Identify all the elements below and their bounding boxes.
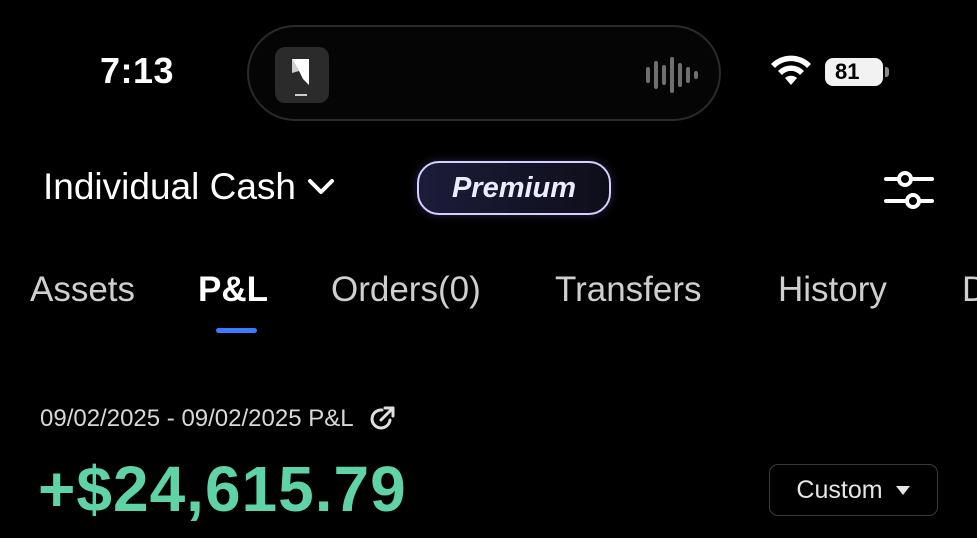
caret-down-icon <box>895 486 910 495</box>
app-indicator <box>295 94 307 96</box>
pnl-range-label: 09/02/2025 - 09/02/2025 P&L <box>40 405 354 432</box>
waveform-icon <box>646 57 698 93</box>
dynamic-island[interactable] <box>247 25 721 121</box>
account-selector[interactable]: Individual Cash <box>43 166 336 208</box>
app-glyph-icon <box>292 59 309 85</box>
pnl-amount: +$24,615.79 <box>38 453 407 525</box>
account-name: Individual Cash <box>43 166 296 207</box>
tab-assets[interactable]: Assets <box>30 270 135 310</box>
tab-partial[interactable]: D <box>962 270 977 310</box>
battery-level: 81 <box>835 59 860 84</box>
chevron-down-icon <box>307 179 334 194</box>
tab-orders[interactable]: Orders(0) <box>331 270 481 310</box>
premium-badge[interactable]: Premium <box>417 161 611 215</box>
tab-pnl[interactable]: P&L <box>198 270 268 310</box>
battery-tip <box>885 67 889 77</box>
screen: 7:13 81 Individual Cash Premium Assets P… <box>0 0 977 538</box>
period-select[interactable]: Custom <box>769 464 938 516</box>
tab-transfers[interactable]: Transfers <box>555 270 702 310</box>
share-icon[interactable] <box>368 405 396 433</box>
wifi-icon <box>771 55 811 85</box>
tab-history[interactable]: History <box>778 270 887 310</box>
battery-icon: 81 <box>825 58 883 86</box>
status-time: 7:13 <box>100 50 175 91</box>
active-tab-indicator <box>216 328 257 333</box>
filter-sliders-icon[interactable] <box>884 168 934 212</box>
period-select-value: Custom <box>796 475 883 504</box>
app-icon[interactable] <box>275 47 329 103</box>
pnl-range: 09/02/2025 - 09/02/2025 P&L <box>40 405 396 433</box>
